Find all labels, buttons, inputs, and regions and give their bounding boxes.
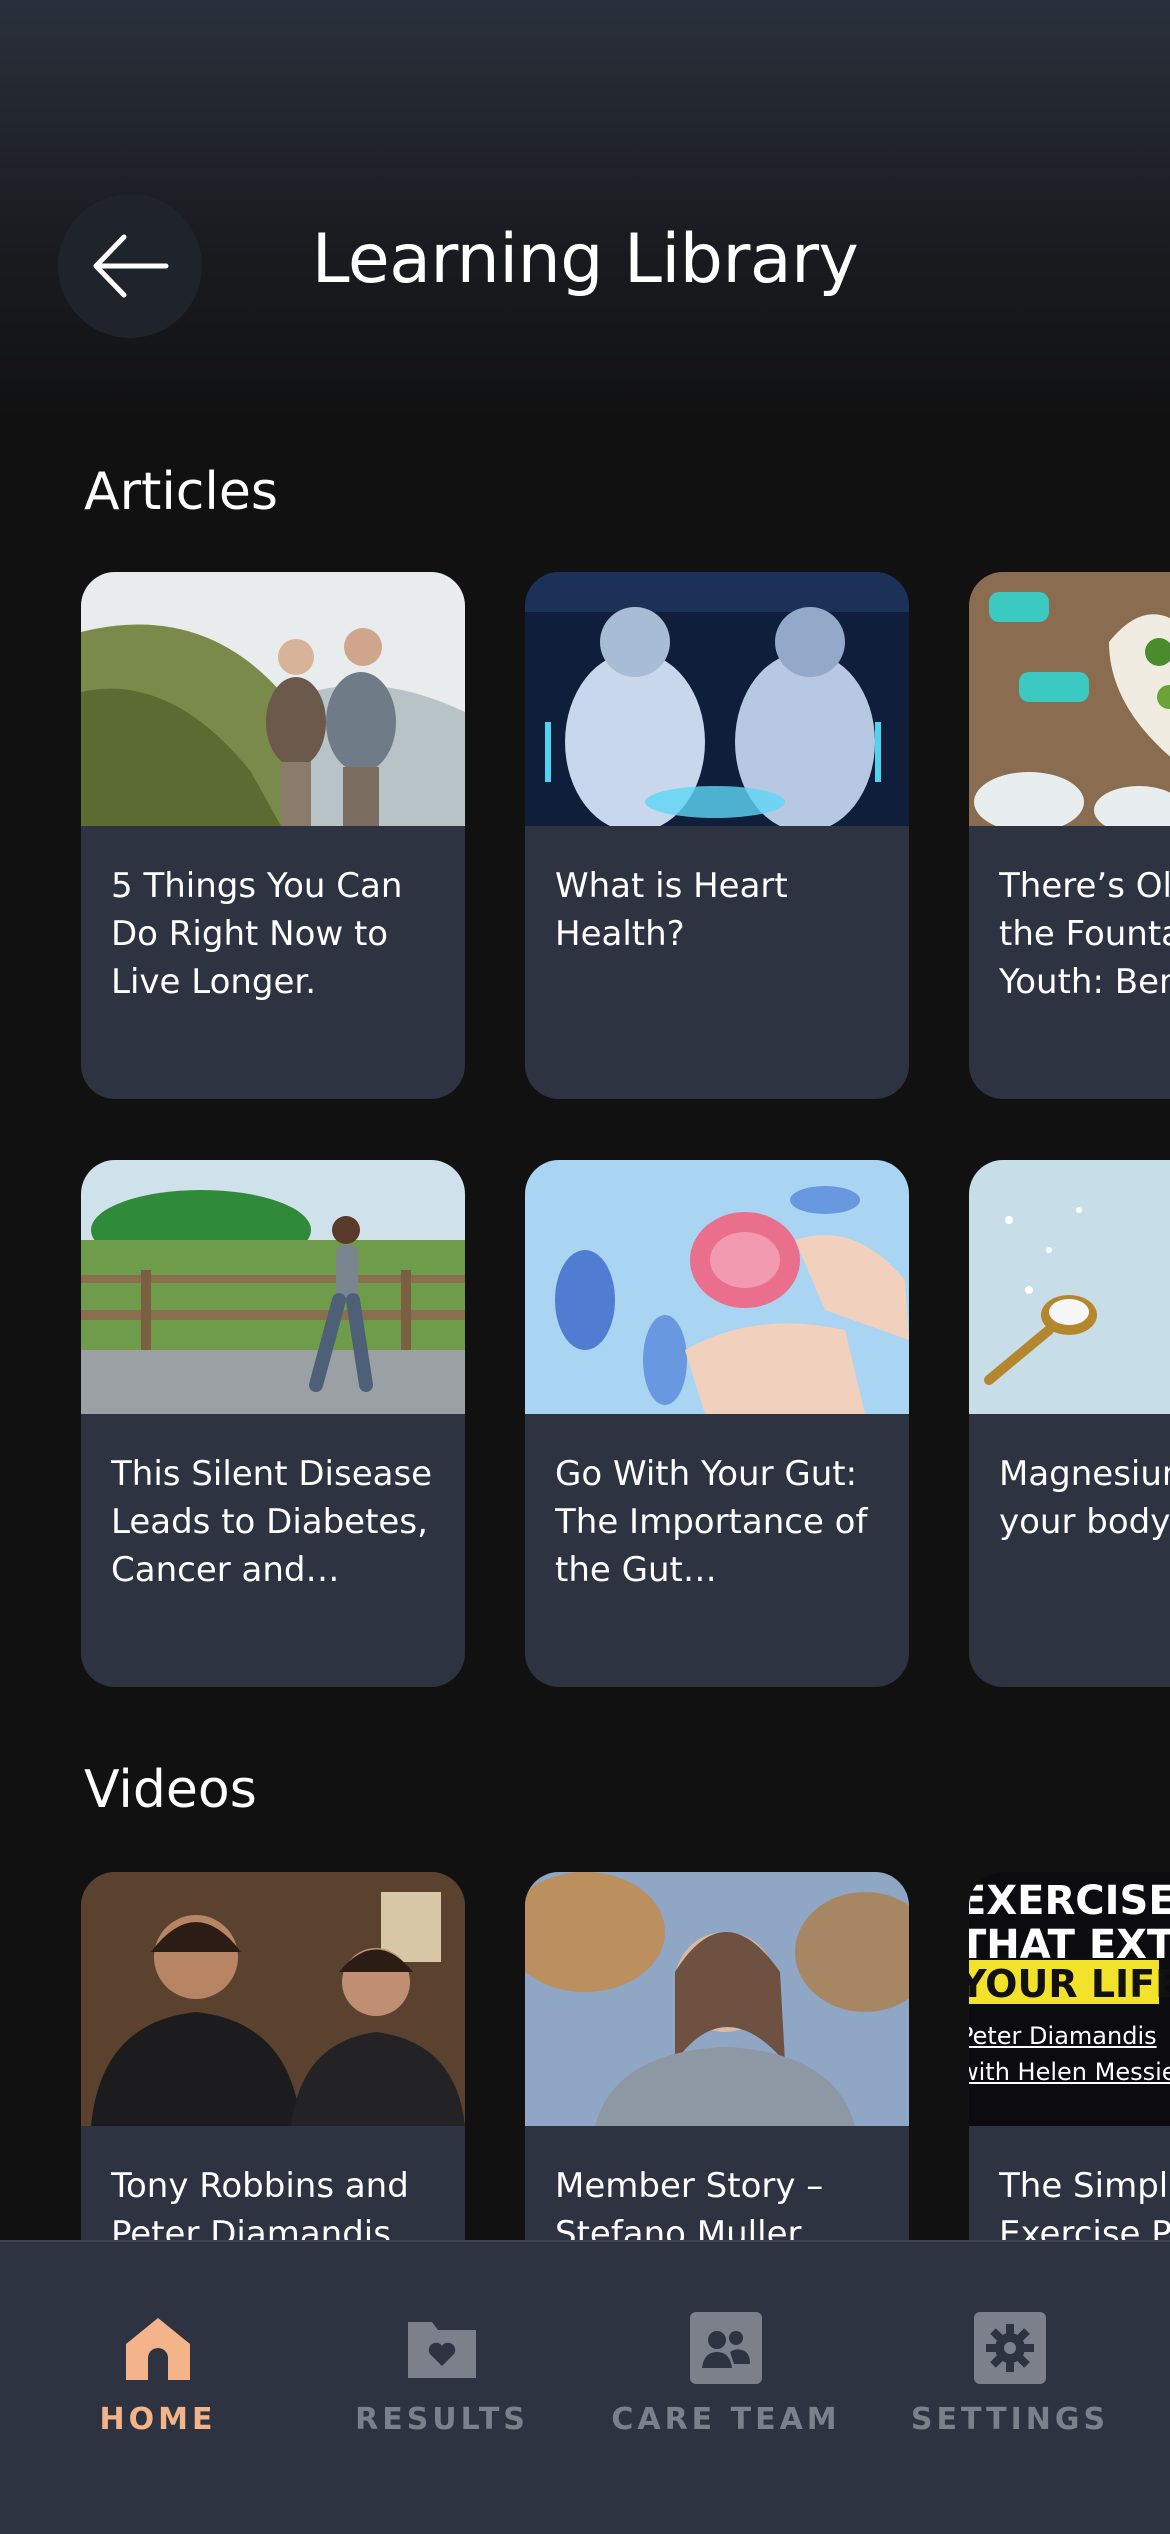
thumbnail-text-line5: with Helen Messier — [969, 2058, 1170, 2086]
article-thumbnail — [81, 572, 465, 826]
thumbnail-text-line4: Peter Diamandis — [969, 2022, 1157, 2050]
thumbnail-text-line1: EXERCISES — [969, 1878, 1170, 1924]
tab-label: RESULTS — [355, 2402, 529, 2437]
article-title: This Silent Disease Leads to Diabetes, C… — [111, 1454, 433, 1590]
tab-results[interactable]: RESULTS — [322, 2242, 562, 2534]
article-card[interactable]: This Silent Disease Leads to Diabetes, C… — [81, 1160, 465, 1687]
article-thumbnail — [969, 572, 1170, 826]
tab-label: CARE TEAM — [611, 2402, 841, 2437]
article-title: There’s Olive Oil – the Fountain of Yout… — [999, 866, 1170, 1002]
video-thumbnail: EXERCISES THAT EXTEND YOUR LIFE Peter Di… — [969, 1872, 1170, 2126]
articles-row-1: 5 Things You Can Do Right Now to Live Lo… — [0, 572, 1170, 1102]
article-card[interactable]: What is Heart Health? — [525, 572, 909, 1099]
article-thumbnail — [525, 572, 909, 826]
video-thumbnail — [525, 1872, 909, 2126]
video-card[interactable]: Member Story – Stefano Muller — [525, 1872, 909, 2257]
bottom-tab-bar: HOME RESULTS CARE TEAM SETTINGS — [0, 2240, 1170, 2534]
videos-heading: Videos — [84, 1760, 257, 1820]
tab-home[interactable]: HOME — [38, 2242, 278, 2534]
articles-row-2: This Silent Disease Leads to Diabetes, C… — [0, 1160, 1170, 1690]
articles-heading: Articles — [84, 462, 278, 522]
article-thumbnail — [81, 1160, 465, 1414]
article-card[interactable]: Go With Your Gut: The Importance of the … — [525, 1160, 909, 1687]
videos-row: Tony Robbins and Peter Diamandis on Memb… — [0, 1872, 1170, 2257]
home-icon — [126, 2318, 190, 2380]
article-card[interactable]: 5 Things You Can Do Right Now to Live Lo… — [81, 572, 465, 1099]
people-icon — [690, 2312, 762, 2384]
article-title: Magnesium and your body — [999, 1454, 1170, 1542]
video-card[interactable]: EXERCISES THAT EXTEND YOUR LIFE Peter Di… — [969, 1872, 1170, 2257]
gear-icon — [974, 2312, 1046, 2384]
article-title: 5 Things You Can Do Right Now to Live Lo… — [111, 866, 403, 1002]
article-card[interactable]: There’s Olive Oil – the Fountain of Yout… — [969, 572, 1170, 1099]
tab-settings[interactable]: SETTINGS — [890, 2242, 1130, 2534]
article-thumbnail — [969, 1160, 1170, 1414]
article-title: Go With Your Gut: The Importance of the … — [555, 1454, 868, 1590]
video-card[interactable]: Tony Robbins and Peter Diamandis on — [81, 1872, 465, 2257]
page-title: Learning Library — [311, 220, 859, 299]
folder-heart-icon — [408, 2322, 476, 2378]
tab-label: HOME — [99, 2402, 217, 2437]
header: Learning Library — [0, 0, 1170, 420]
video-thumbnail — [81, 1872, 465, 2126]
tab-care-team[interactable]: CARE TEAM — [606, 2242, 846, 2534]
article-thumbnail — [525, 1160, 909, 1414]
tab-label: SETTINGS — [910, 2402, 1110, 2437]
article-card[interactable]: Magnesium and your body — [969, 1160, 1170, 1687]
thumbnail-text-line3: YOUR LIFE — [969, 1962, 1170, 2006]
article-title: What is Heart Health? — [555, 866, 788, 954]
